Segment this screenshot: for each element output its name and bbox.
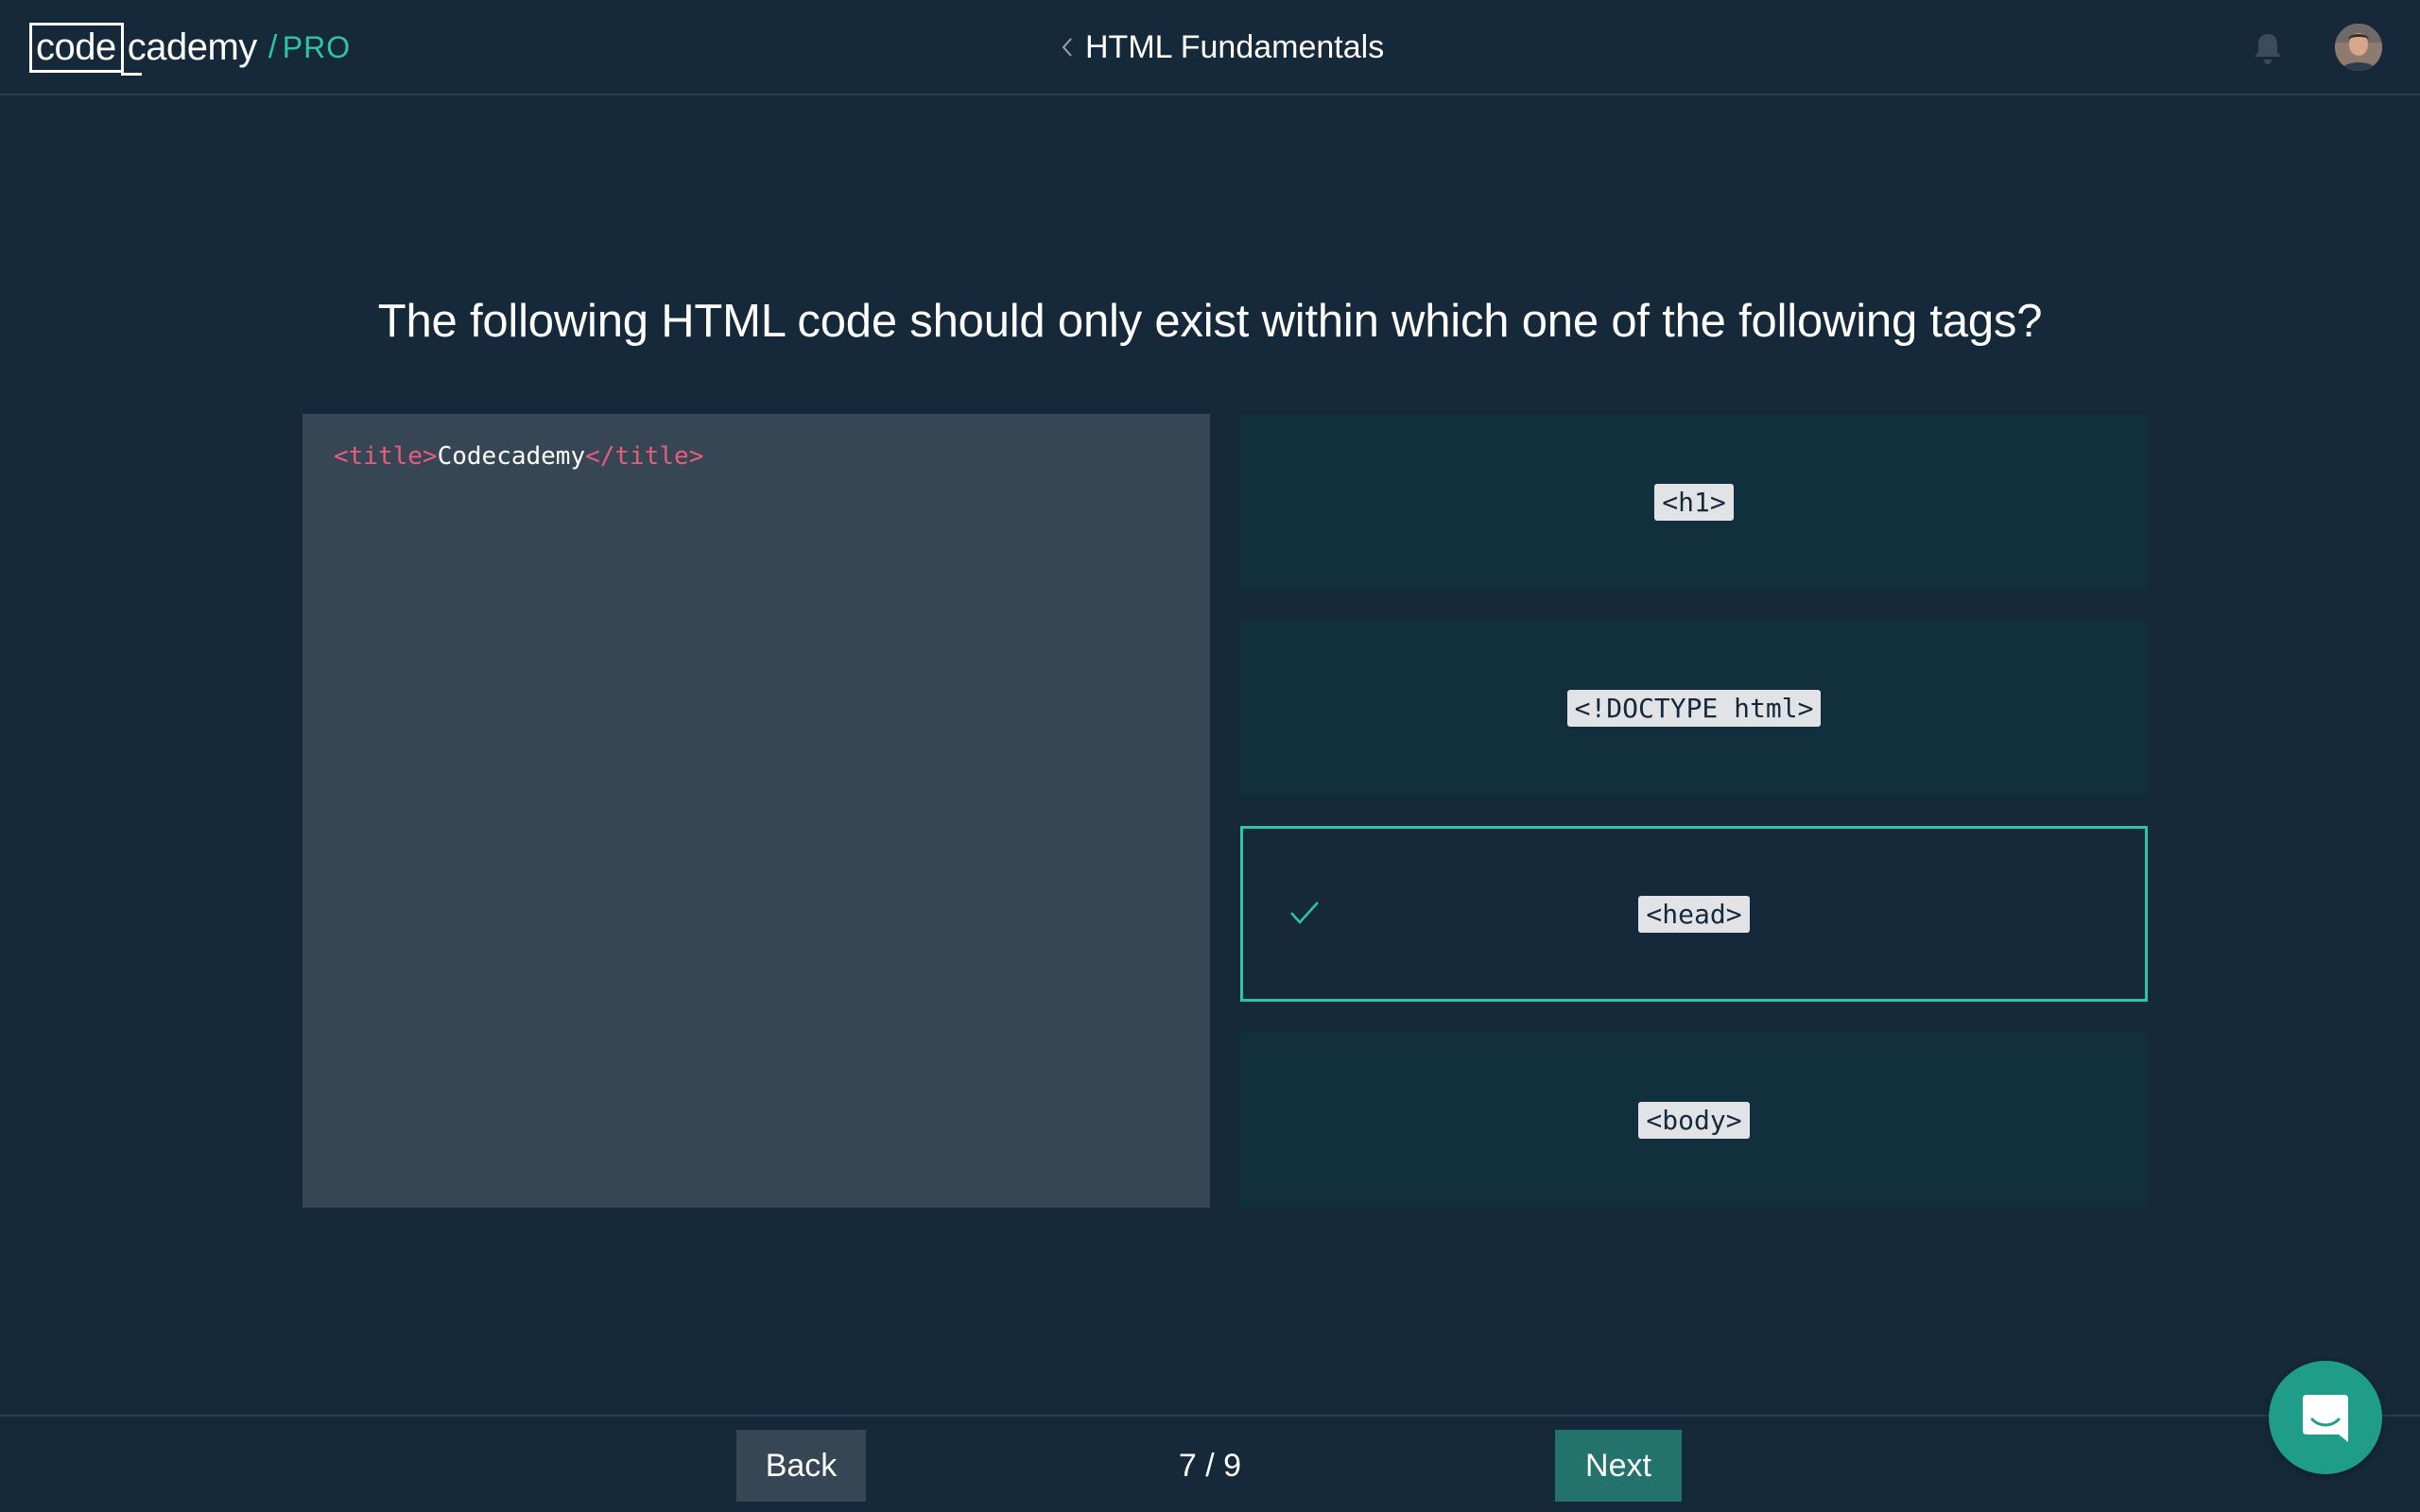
chat-icon bbox=[2303, 1395, 2348, 1442]
codecademy-logo[interactable]: code cademy / PRO bbox=[29, 21, 352, 76]
question-progress: 7 / 9 bbox=[1178, 1447, 1242, 1484]
answer-label: <body> bbox=[1638, 1101, 1750, 1139]
check-icon bbox=[1290, 902, 1319, 924]
back-button[interactable]: Back bbox=[736, 1430, 866, 1502]
answer-label: <head> bbox=[1638, 895, 1750, 933]
avatar-image bbox=[2335, 24, 2382, 71]
logo-separator: / bbox=[268, 28, 277, 65]
question-text: The following HTML code should only exis… bbox=[377, 296, 2043, 347]
code-close-tag: </title> bbox=[585, 442, 704, 471]
next-button[interactable]: Next bbox=[1555, 1430, 1682, 1502]
answer-option-h1[interactable]: <h1> bbox=[1240, 414, 2148, 590]
code-content: Codecademy bbox=[437, 442, 586, 471]
answer-label: <!DOCTYPE html> bbox=[1566, 689, 1822, 727]
chevron-left-icon bbox=[1062, 38, 1072, 57]
answer-option-head[interactable]: <head> bbox=[1240, 826, 2148, 1002]
pro-badge: PRO bbox=[282, 29, 352, 64]
top-bar: code cademy / PRO HTML Fundamentals bbox=[0, 0, 2420, 95]
bell-icon[interactable] bbox=[2251, 30, 2285, 66]
answer-option-doctype[interactable]: <!DOCTYPE html> bbox=[1240, 620, 2148, 796]
answer-option-body[interactable]: <body> bbox=[1240, 1032, 2148, 1208]
chat-launcher-button[interactable] bbox=[2269, 1361, 2382, 1474]
answer-label: <h1> bbox=[1654, 483, 1734, 521]
course-title: HTML Fundamentals bbox=[1085, 28, 1385, 65]
user-avatar[interactable] bbox=[2335, 24, 2382, 71]
footer-bar: Back 7 / 9 Next bbox=[0, 1415, 2420, 1512]
code-open-tag: <title> bbox=[334, 442, 438, 471]
logo-text: cademy bbox=[127, 26, 258, 68]
code-panel: <title>Codecademy</title> bbox=[302, 414, 1210, 1208]
logo-boxed-text: code bbox=[29, 22, 142, 76]
course-title-link[interactable]: HTML Fundamentals bbox=[1059, 23, 1384, 72]
